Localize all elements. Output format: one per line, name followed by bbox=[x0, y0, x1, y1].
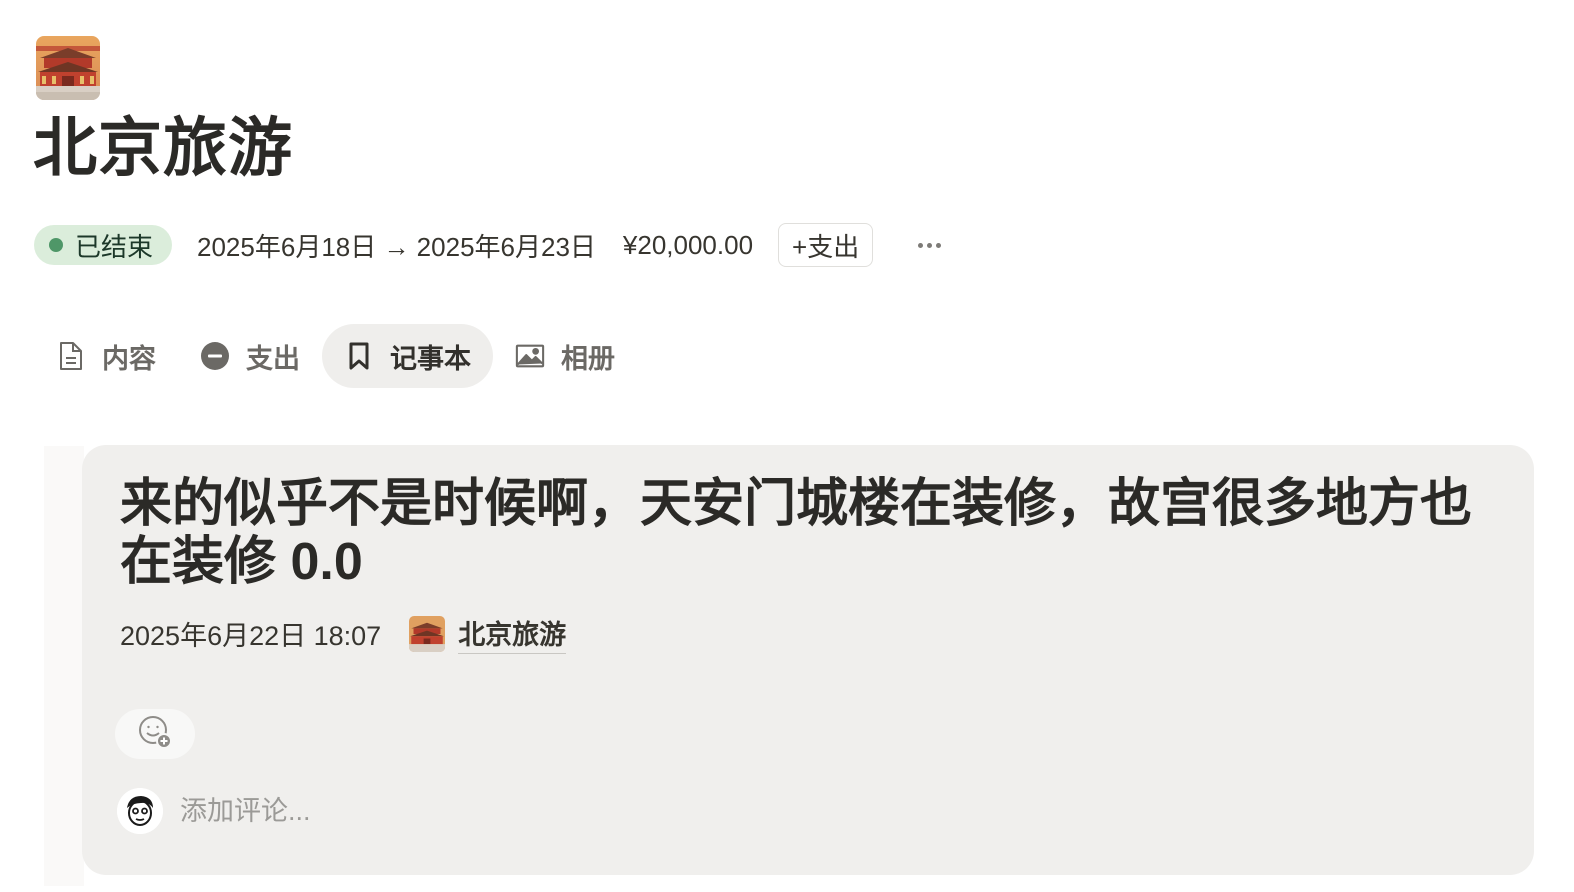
status-dot-icon bbox=[49, 238, 63, 252]
document-icon bbox=[56, 341, 86, 371]
add-reaction-icon bbox=[137, 714, 173, 755]
tab-label: 内容 bbox=[102, 343, 156, 374]
add-expense-label: +支出 bbox=[792, 231, 860, 262]
note-card[interactable]: 来的似乎不是时候啊，天安门城楼在装修，故宫很多地方也在装修 0.0 2025年6… bbox=[82, 445, 1534, 875]
status-label: 已结束 bbox=[75, 231, 154, 262]
note-relation-label: 北京旅游 bbox=[458, 613, 567, 654]
avatar bbox=[117, 788, 163, 834]
bookmark-icon bbox=[344, 341, 374, 371]
page-icon[interactable] bbox=[36, 36, 100, 100]
budget-amount[interactable]: ¥20,000.00 bbox=[623, 230, 753, 261]
add-expense-button[interactable]: +支出 bbox=[778, 223, 874, 267]
note-datetime: 2025年6月22日 18:07 bbox=[120, 621, 382, 651]
tab-expenses[interactable]: 支出 bbox=[178, 324, 322, 388]
comment-input[interactable] bbox=[180, 795, 580, 827]
tab-bar: 内容 支出 记事本 相册 bbox=[34, 324, 637, 388]
tab-content[interactable]: 内容 bbox=[34, 324, 178, 388]
comment-row bbox=[117, 788, 580, 834]
page-title[interactable]: 北京旅游 bbox=[33, 108, 293, 188]
tab-album[interactable]: 相册 bbox=[493, 324, 637, 388]
note-meta: 2025年6月22日 18:07 北京旅游 bbox=[120, 613, 567, 654]
forbidden-city-thumbnail-icon bbox=[409, 615, 446, 652]
note-relation-link[interactable]: 北京旅游 bbox=[409, 613, 567, 654]
status-badge[interactable]: 已结束 bbox=[34, 225, 173, 265]
tab-label: 支出 bbox=[246, 343, 300, 374]
add-reaction-button[interactable] bbox=[115, 709, 195, 759]
image-icon bbox=[515, 341, 545, 371]
tab-label: 相册 bbox=[561, 343, 615, 374]
tab-label: 记事本 bbox=[390, 343, 471, 374]
ellipsis-icon[interactable] bbox=[918, 242, 942, 248]
minus-circle-icon bbox=[200, 341, 230, 371]
properties-row: 已结束 2025年6月18日 → 2025年6月23日 ¥20,000.00 +… bbox=[34, 222, 942, 268]
date-range[interactable]: 2025年6月18日 → 2025年6月23日 bbox=[197, 227, 596, 264]
tab-notebook[interactable]: 记事本 bbox=[322, 324, 493, 388]
page: 北京旅游 已结束 2025年6月18日 → 2025年6月23日 ¥20,000… bbox=[0, 0, 1574, 892]
note-title[interactable]: 来的似乎不是时候啊，天安门城楼在装修，故宫很多地方也在装修 0.0 bbox=[120, 475, 1500, 591]
gallery-edge bbox=[44, 446, 84, 886]
